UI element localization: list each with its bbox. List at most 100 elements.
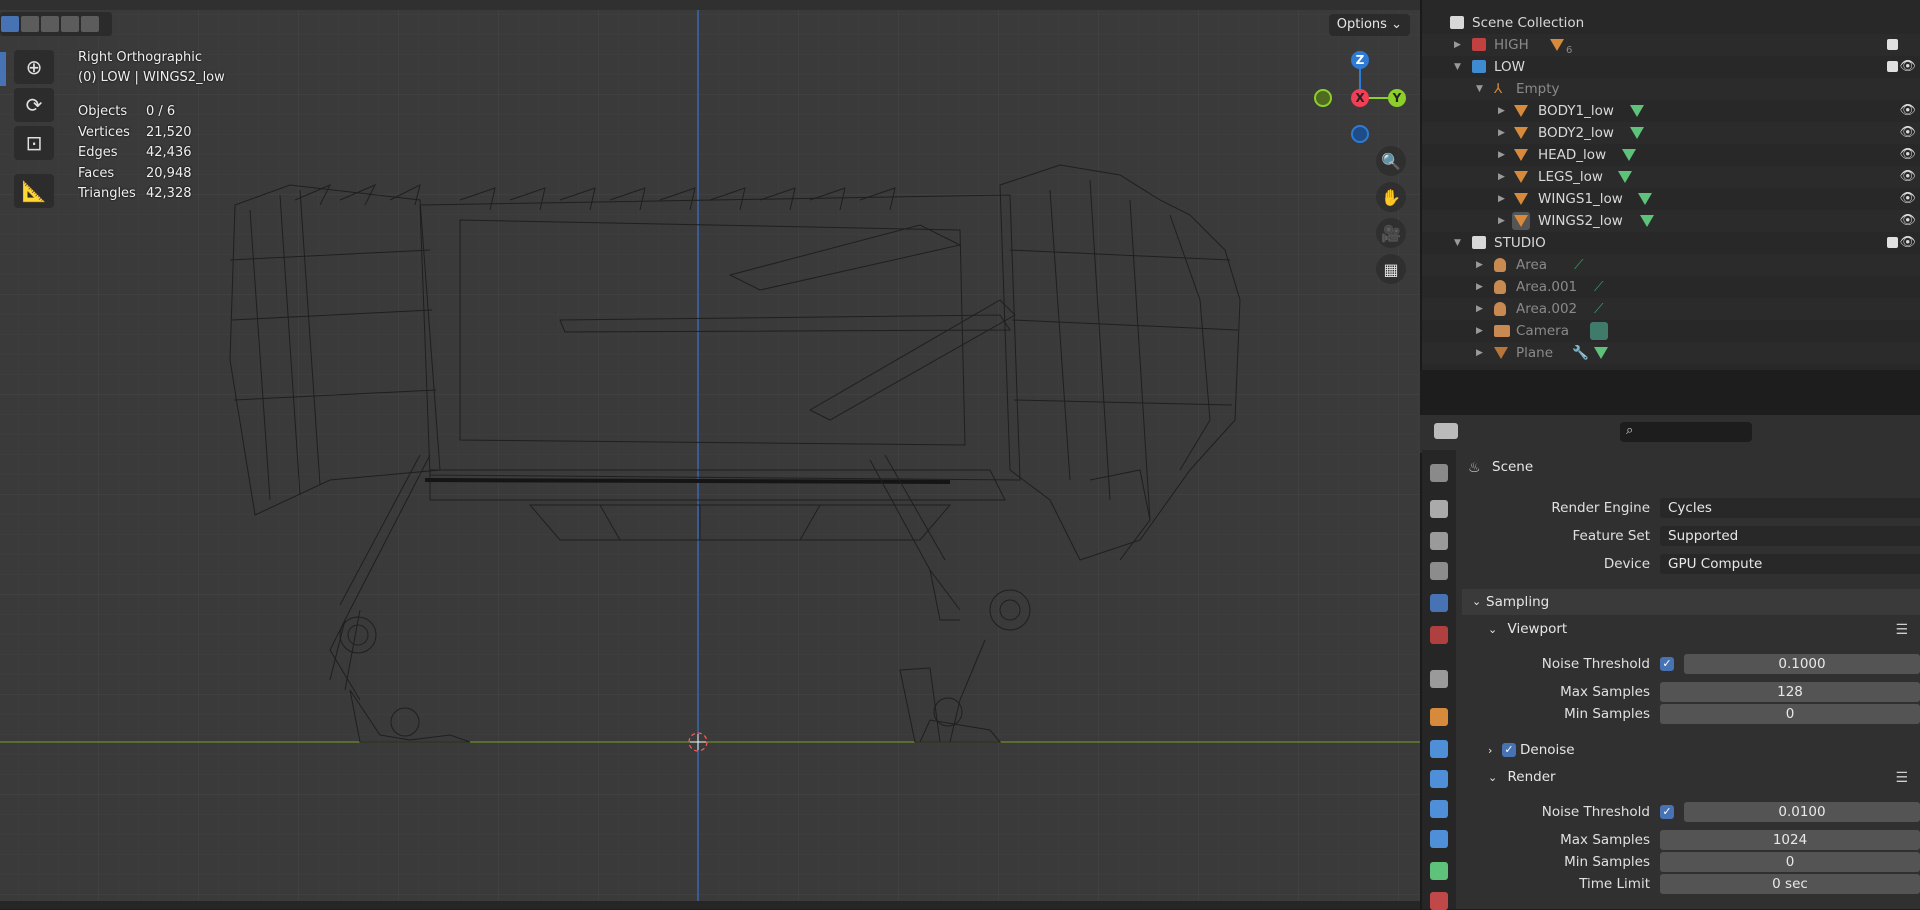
eye-icon[interactable]: 👁 bbox=[1899, 188, 1916, 210]
object-tab-icon[interactable] bbox=[1430, 708, 1448, 726]
r-min-samples-field[interactable]: 0 bbox=[1660, 852, 1920, 872]
outliner-row-body2[interactable]: ▶ BODY2_low 👁 bbox=[1422, 122, 1920, 144]
expand-arrow-icon[interactable]: ▼ bbox=[1454, 232, 1461, 254]
zoom-button[interactable]: 🔍 bbox=[1376, 146, 1406, 176]
collection-tab-icon[interactable] bbox=[1430, 670, 1448, 688]
vp-noise-threshold-field[interactable]: 0.1000 bbox=[1684, 654, 1920, 674]
pan-button[interactable]: ✋ bbox=[1376, 182, 1406, 212]
outliner-row-area[interactable]: ▶ Area ⟋ bbox=[1422, 254, 1920, 276]
r-noise-threshold-checkbox[interactable]: ✓ bbox=[1660, 805, 1674, 819]
list-menu-icon[interactable]: ☰ bbox=[1895, 770, 1908, 786]
cursor-tool[interactable]: ⊕ bbox=[14, 50, 54, 84]
outliner-row-high[interactable]: ▶ HIGH 6 bbox=[1422, 34, 1920, 56]
outliner-root[interactable]: Scene Collection bbox=[1422, 12, 1920, 34]
outliner-row-camera[interactable]: ▶ Camera bbox=[1422, 320, 1920, 342]
select-box-icon[interactable] bbox=[1, 16, 19, 32]
outliner-row-head[interactable]: ▶ HEAD_low 👁 bbox=[1422, 144, 1920, 166]
outliner-row-wings1[interactable]: ▶ WINGS1_low 👁 bbox=[1422, 188, 1920, 210]
expand-arrow-icon[interactable]: ▶ bbox=[1476, 298, 1483, 320]
eye-icon[interactable]: 👁 bbox=[1899, 144, 1916, 166]
gizmo-neg-y[interactable] bbox=[1314, 89, 1332, 107]
outliner-row-area-001[interactable]: ▶ Area.001 ⟋ bbox=[1422, 276, 1920, 298]
outliner-row-wings2[interactable]: ▶ WINGS2_low 👁 bbox=[1422, 210, 1920, 232]
eye-icon[interactable]: 👁 bbox=[1899, 122, 1916, 144]
constraints-tab-icon[interactable] bbox=[1430, 830, 1448, 848]
outliner-row-area-002[interactable]: ▶ Area.002 ⟋ bbox=[1422, 298, 1920, 320]
sampling-panel-header[interactable]: ⌄ Sampling bbox=[1462, 589, 1920, 615]
render-subpanel-header[interactable]: ⌄ Render bbox=[1488, 769, 1556, 785]
navigation-gizmo[interactable]: Z X Y bbox=[1310, 48, 1406, 144]
device-dropdown[interactable]: GPU Compute bbox=[1660, 554, 1920, 574]
expand-arrow-icon[interactable]: ▶ bbox=[1498, 122, 1505, 144]
ortho-toggle-button[interactable]: ▦ bbox=[1376, 254, 1406, 284]
eye-icon[interactable]: 👁 bbox=[1899, 166, 1916, 188]
exclude-checkbox[interactable] bbox=[1887, 237, 1898, 248]
expand-arrow-icon[interactable]: ▶ bbox=[1476, 342, 1483, 364]
vp-min-samples-field[interactable]: 0 bbox=[1660, 704, 1920, 724]
output-tab-icon[interactable] bbox=[1430, 532, 1448, 550]
editor-type-icon[interactable] bbox=[1434, 423, 1458, 439]
select-intersect-icon[interactable] bbox=[81, 16, 99, 32]
gizmo-x[interactable]: X bbox=[1351, 89, 1369, 107]
expand-arrow-icon[interactable]: ▶ bbox=[1498, 210, 1505, 232]
options-dropdown[interactable]: Options ⌄ bbox=[1328, 14, 1410, 36]
gizmo-y[interactable]: Y bbox=[1388, 89, 1406, 107]
vp-max-samples-field[interactable]: 128 bbox=[1660, 682, 1920, 702]
material-tab-icon[interactable] bbox=[1430, 892, 1448, 910]
expand-arrow-icon[interactable]: ▶ bbox=[1476, 320, 1483, 342]
expand-arrow-icon[interactable]: ▶ bbox=[1476, 276, 1483, 298]
physics-tab-icon[interactable] bbox=[1430, 800, 1448, 818]
exclude-checkbox[interactable] bbox=[1887, 39, 1898, 50]
eye-icon[interactable]: 👁 bbox=[1899, 210, 1916, 232]
world-tab-icon[interactable] bbox=[1430, 626, 1448, 644]
list-menu-icon[interactable]: ☰ bbox=[1895, 622, 1908, 638]
viewport-canvas[interactable] bbox=[0, 0, 1420, 909]
eye-icon[interactable]: 👁 bbox=[1899, 232, 1916, 254]
expand-arrow-icon[interactable]: ▶ bbox=[1454, 34, 1461, 56]
outliner-row-studio[interactable]: ▼ STUDIO 👁 bbox=[1422, 232, 1920, 254]
expand-arrow-icon[interactable]: ▶ bbox=[1498, 100, 1505, 122]
3d-viewport[interactable]: Options ⌄ ⊕ ⟳ ⊡ 📐 Right Orthographic (0)… bbox=[0, 0, 1420, 909]
expand-arrow-icon[interactable]: ▼ bbox=[1476, 78, 1483, 100]
denoise-subpanel-header[interactable]: › bbox=[1488, 742, 1492, 758]
outliner-row-low[interactable]: ▼ LOW 👁 bbox=[1422, 56, 1920, 78]
outliner-row-legs[interactable]: ▶ LEGS_low 👁 bbox=[1422, 166, 1920, 188]
render-tab-icon[interactable] bbox=[1430, 500, 1448, 518]
viewport-subpanel-header[interactable]: ⌄ Viewport bbox=[1488, 621, 1567, 637]
outliner-row-empty[interactable]: ▼ ⅄ Empty bbox=[1422, 78, 1920, 100]
vp-noise-threshold-checkbox[interactable]: ✓ bbox=[1660, 657, 1674, 671]
expand-arrow-icon[interactable]: ▼ bbox=[1454, 56, 1461, 78]
transform-tool[interactable]: ⊡ bbox=[14, 126, 54, 160]
expand-arrow-icon[interactable]: ▶ bbox=[1498, 166, 1505, 188]
expand-arrow-icon[interactable]: ▶ bbox=[1476, 254, 1483, 276]
outliner[interactable]: Scene Collection ▶ HIGH 6 ▼ LOW 👁 ▼ ⅄ Em… bbox=[1420, 0, 1920, 370]
view-layer-tab-icon[interactable] bbox=[1430, 562, 1448, 580]
r-noise-threshold-field[interactable]: 0.0100 bbox=[1684, 802, 1920, 822]
gizmo-z[interactable]: Z bbox=[1351, 51, 1369, 69]
render-engine-dropdown[interactable]: Cycles bbox=[1660, 498, 1920, 518]
particles-tab-icon[interactable] bbox=[1430, 770, 1448, 788]
select-extend-icon[interactable] bbox=[21, 16, 39, 32]
time-limit-field[interactable]: 0 sec bbox=[1660, 874, 1920, 894]
properties-search[interactable]: ⌕ bbox=[1620, 422, 1752, 442]
rotate-tool[interactable]: ⟳ bbox=[14, 88, 54, 122]
gizmo-neg-z[interactable] bbox=[1351, 125, 1369, 143]
r-max-samples-field[interactable]: 1024 bbox=[1660, 830, 1920, 850]
outliner-row-body1[interactable]: ▶ BODY1_low 👁 bbox=[1422, 100, 1920, 122]
select-invert-icon[interactable] bbox=[61, 16, 79, 32]
scene-tab-icon[interactable] bbox=[1430, 594, 1448, 612]
outliner-row-plane[interactable]: ▶ Plane 🔧 bbox=[1422, 342, 1920, 364]
tool-tab-icon[interactable] bbox=[1430, 464, 1448, 482]
feature-set-dropdown[interactable]: Supported bbox=[1660, 526, 1920, 546]
select-subtract-icon[interactable] bbox=[41, 16, 59, 32]
modifier-tab-icon[interactable] bbox=[1430, 740, 1448, 758]
expand-arrow-icon[interactable]: ▶ bbox=[1498, 144, 1505, 166]
camera-view-button[interactable]: 🎥 bbox=[1376, 218, 1406, 248]
selection-mode-toolbar[interactable] bbox=[0, 12, 112, 36]
denoise-checkbox[interactable]: ✓ bbox=[1502, 743, 1516, 757]
eye-icon[interactable]: 👁 bbox=[1899, 100, 1916, 122]
exclude-checkbox[interactable] bbox=[1887, 61, 1898, 72]
expand-arrow-icon[interactable]: ▶ bbox=[1498, 188, 1505, 210]
data-tab-icon[interactable] bbox=[1430, 862, 1448, 880]
measure-tool[interactable]: 📐 bbox=[14, 174, 54, 208]
